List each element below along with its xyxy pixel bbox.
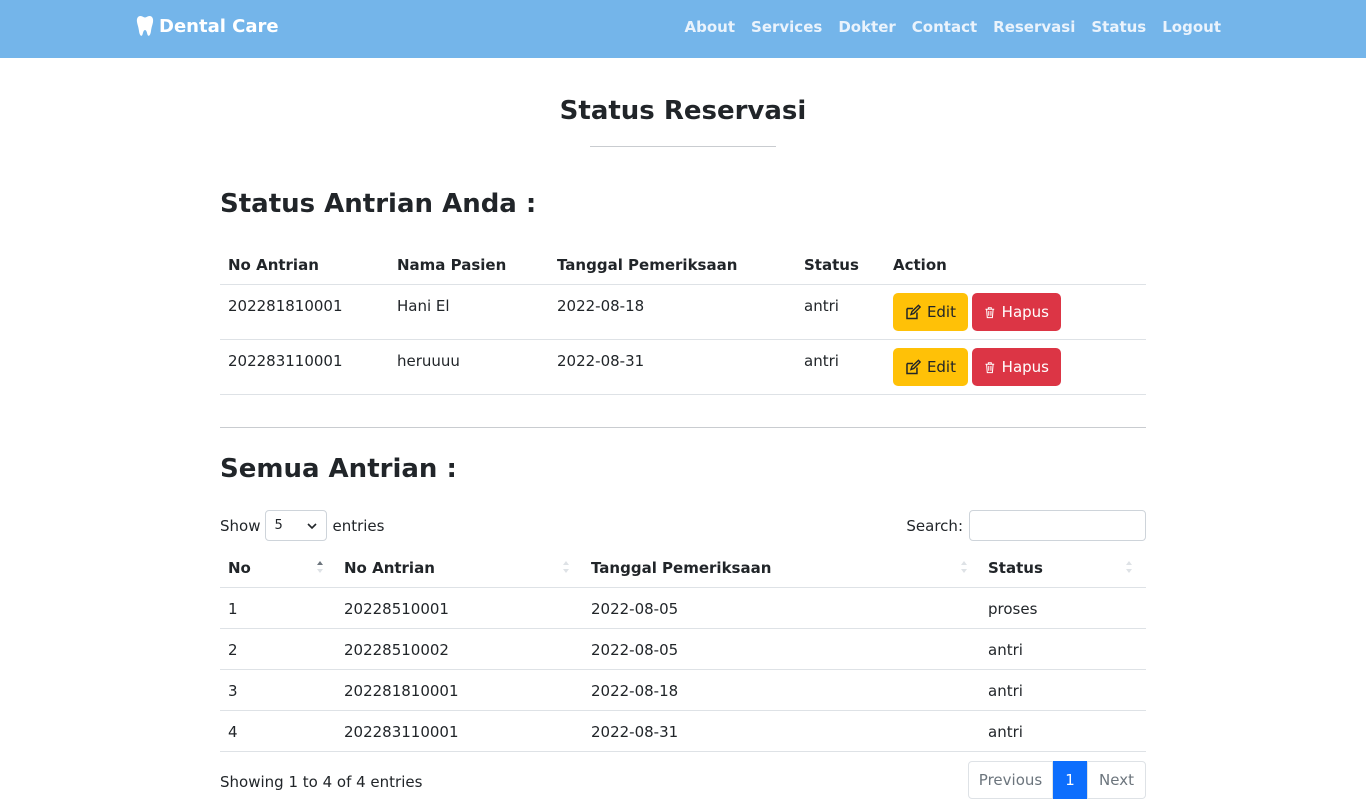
all-queue-heading: Semua Antrian : [220,454,457,484]
search-control: Search: [906,510,1146,541]
edit-button[interactable]: Edit [893,348,968,386]
queue-number-cell: 202281810001 [344,682,459,700]
delete-button[interactable]: Hapus [972,293,1061,331]
trash-icon [985,361,995,373]
nav-link-logout[interactable]: Logout [1162,18,1221,36]
section-divider [220,427,1146,428]
queue-number-cell: 202283110001 [344,723,459,741]
column-header-no-antrian[interactable]: No Antrian [344,559,435,577]
exam-date-cell: 2022-08-05 [591,641,679,659]
patient-name-cell: heruuuu [397,352,460,370]
entries-select-value: 5 [274,518,283,533]
trash-icon [985,306,995,318]
row-number-cell: 1 [228,600,238,618]
status-cell: antri [804,352,839,370]
column-header-no-antrian: No Antrian [228,256,319,274]
table-header-row: No Antrian Nama Pasien Tanggal Pemeriksa… [220,244,1146,285]
delete-button-label: Hapus [1001,358,1049,376]
show-label: Show [220,516,261,535]
title-underline [590,146,776,147]
column-header-tanggal: Tanggal Pemeriksaan [557,256,738,274]
column-header-tanggal[interactable]: Tanggal Pemeriksaan [591,559,771,577]
nav-link-contact[interactable]: Contact [912,18,977,36]
all-queue-table: No No Antrian Tanggal Pemeriksaan Status… [220,547,1146,752]
row-actions: Edit Hapus [893,348,1061,386]
edit-icon [906,358,921,374]
entries-select[interactable]: 5 [265,510,328,541]
status-cell: antri [988,682,1023,700]
tooth-icon [136,16,154,36]
queue-number-cell: 202283110001 [228,352,343,370]
sort-icon[interactable] [960,560,968,574]
search-label: Search: [906,516,963,535]
queue-number-cell: 202281810001 [228,297,343,315]
table-info: Showing 1 to 4 of 4 entries [220,773,423,791]
table-row: 202281810001 Hani El 2022-08-18 antri Ed… [220,285,1146,340]
nav-link-status[interactable]: Status [1091,18,1146,36]
edit-button-label: Edit [926,358,956,376]
table-row: 3 202281810001 2022-08-18 antri [220,670,1146,711]
queue-number-cell: 20228510002 [344,641,449,659]
nav-links: About Services Dokter Contact Reservasi … [685,18,1222,36]
brand-label: Dental Care [159,15,279,37]
exam-date-cell: 2022-08-18 [557,297,645,315]
your-queue-table: No Antrian Nama Pasien Tanggal Pemeriksa… [220,244,1146,395]
status-cell: antri [988,723,1023,741]
column-header-no[interactable]: No [228,559,251,577]
next-page-button[interactable]: Next [1087,761,1146,799]
table-row: 1 20228510001 2022-08-05 proses [220,588,1146,629]
status-cell: proses [988,600,1038,618]
column-header-status[interactable]: Status [988,559,1043,577]
search-input[interactable] [969,510,1146,541]
row-actions: Edit Hapus [893,293,1061,331]
status-cell: antri [804,297,839,315]
entries-label: entries [332,516,385,535]
column-header-nama-pasien: Nama Pasien [397,256,507,274]
edit-icon [906,303,921,319]
delete-button[interactable]: Hapus [972,348,1061,386]
sort-icon[interactable] [562,560,570,574]
row-number-cell: 4 [228,723,238,741]
nav-link-about[interactable]: About [685,18,736,36]
previous-page-button[interactable]: Previous [968,761,1053,799]
table-row: 4 202283110001 2022-08-31 antri [220,711,1146,752]
nav-link-reservasi[interactable]: Reservasi [993,18,1075,36]
navbar: Dental Care About Services Dokter Contac… [0,0,1366,58]
pagination: Previous 1 Next [968,761,1146,799]
row-number-cell: 2 [228,641,238,659]
status-cell: antri [988,641,1023,659]
nav-link-services[interactable]: Services [751,18,822,36]
your-queue-heading: Status Antrian Anda : [220,189,537,219]
sort-asc-icon[interactable] [316,560,324,574]
page-1-button[interactable]: 1 [1053,761,1087,799]
exam-date-cell: 2022-08-05 [591,600,679,618]
page-title: Status Reservasi [559,96,807,126]
entries-length-control: Show 5 entries [220,510,384,541]
nav-link-dokter[interactable]: Dokter [838,18,895,36]
delete-button-label: Hapus [1001,303,1049,321]
edit-button-label: Edit [926,303,956,321]
exam-date-cell: 2022-08-18 [591,682,679,700]
brand-link[interactable]: Dental Care [136,13,279,39]
table-row: 202283110001 heruuuu 2022-08-31 antri Ed… [220,340,1146,395]
edit-button[interactable]: Edit [893,293,968,331]
exam-date-cell: 2022-08-31 [591,723,679,741]
queue-number-cell: 20228510001 [344,600,449,618]
table-row: 2 20228510002 2022-08-05 antri [220,629,1146,670]
column-header-status: Status [804,256,859,274]
chevron-down-icon [307,522,318,529]
row-number-cell: 3 [228,682,238,700]
patient-name-cell: Hani El [397,297,450,315]
sort-icon[interactable] [1125,560,1133,574]
table-header-row: No No Antrian Tanggal Pemeriksaan Status [220,547,1146,588]
column-header-action: Action [893,256,947,274]
exam-date-cell: 2022-08-31 [557,352,645,370]
